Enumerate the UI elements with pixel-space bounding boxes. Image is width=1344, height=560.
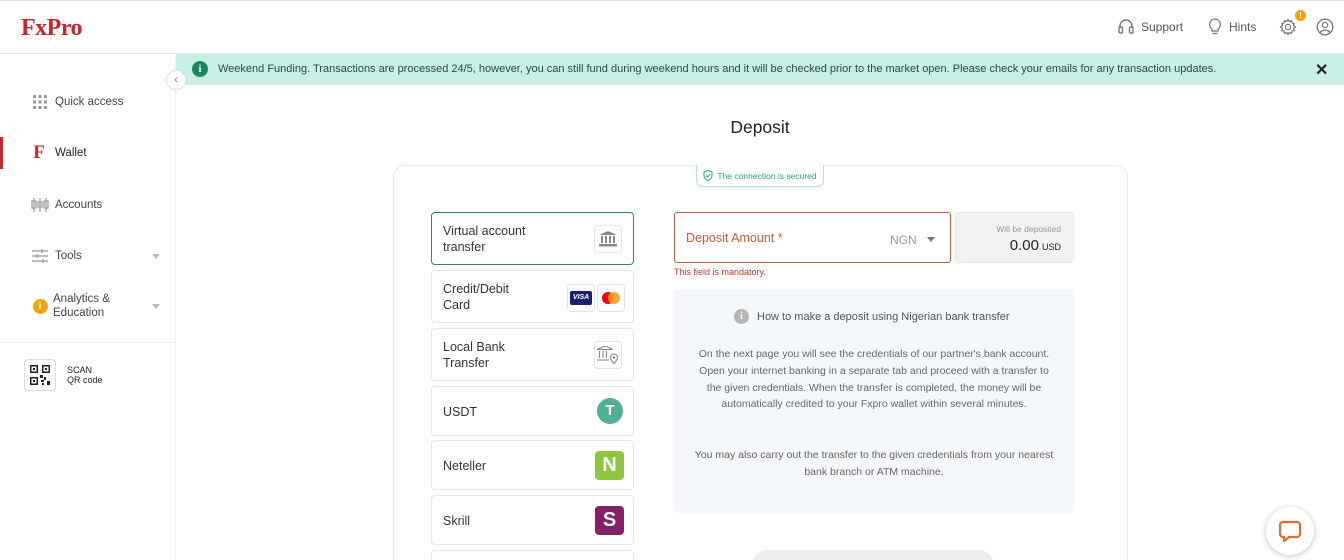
sidebar-item-label: Wallet [55, 147, 87, 159]
headset-icon [1118, 19, 1134, 34]
collapse-sidebar-button[interactable]: ‹ [166, 70, 186, 90]
scan-qr-label: SCAN QR code [67, 365, 103, 385]
sidebar-item-tools[interactable]: Tools [0, 248, 176, 264]
info-circle-icon: i [31, 297, 49, 315]
banner-text: Weekend Funding. Transactions are proces… [218, 63, 1217, 75]
skrill-icon: S [595, 506, 624, 535]
support-label: Support [1141, 20, 1184, 34]
settings-button[interactable] [1279, 18, 1297, 41]
will-be-deposited-value: 0.00 USD [1010, 237, 1061, 254]
deposit-amount-label: Deposit Amount * [686, 231, 783, 245]
settings-badge: ! [1295, 10, 1306, 21]
fxpro-f-icon: F [33, 142, 45, 163]
visa-text: VISA [570, 291, 592, 305]
method-credit-debit-card[interactable]: Credit/Debit Card VISA [431, 270, 634, 323]
scan-label-line-2: QR code [67, 375, 103, 385]
howto-paragraph-2: You may also carry out the transfer to t… [694, 449, 1054, 478]
secure-text: The connection is secured [717, 170, 817, 181]
shield-check-icon [703, 170, 713, 181]
scan-qr-button[interactable] [24, 359, 56, 391]
method-label: Neteller [443, 459, 487, 473]
howto-paragraph-1: On the next page you will see the creden… [698, 348, 1050, 411]
page: FxPro Support Hints ! ‹ Quick access F W… [0, 0, 1344, 560]
method-neteller[interactable]: Neteller N [431, 440, 634, 490]
bank-location-icon [594, 341, 622, 369]
chevron-down-icon [927, 237, 935, 242]
method-label: Local Bank Transfer [443, 339, 505, 371]
top-header: FxPro Support Hints ! [0, 0, 1344, 54]
hints-label: Hints [1229, 20, 1257, 34]
method-label: Virtual account transfer [443, 223, 525, 255]
profile-button[interactable] [1316, 18, 1334, 41]
label-line-1: Analytics & [53, 293, 110, 305]
sidebar-item-label: Analytics & Education [53, 292, 110, 320]
gear-icon [1279, 18, 1297, 36]
currency-select[interactable]: NGN [890, 233, 917, 247]
sidebar-divider [0, 342, 176, 343]
weekend-funding-banner: i Weekend Funding. Transactions are proc… [176, 54, 1344, 85]
method-label-line-2: Transfer [443, 356, 490, 370]
howto-heading: i How to make a deposit using Nigerian b… [734, 309, 1010, 324]
chevron-down-icon [152, 253, 160, 259]
method-label-line-1: Local Bank [443, 340, 505, 354]
grid-icon [31, 93, 49, 111]
will-be-deposited-label: Will be deposited [996, 224, 1061, 234]
page-title: Deposit [730, 117, 790, 137]
candlestick-icon [31, 196, 49, 214]
chat-button[interactable] [1266, 507, 1314, 555]
will-be-deposited-box: Will be deposited 0.00 USD [955, 212, 1074, 263]
label-line-2: Education [53, 307, 105, 319]
hints-link[interactable]: Hints [1208, 18, 1256, 36]
lightbulb-icon [1209, 18, 1221, 35]
sidebar: ‹ Quick access F Wallet Accounts Tools i… [0, 54, 186, 560]
chat-bubble-icon [1278, 520, 1302, 543]
sidebar-item-quick-access[interactable]: Quick access [0, 94, 176, 110]
bank-icon [594, 225, 622, 253]
method-skrill[interactable]: Skrill S [431, 495, 634, 545]
scan-label-line-1: SCAN [67, 365, 93, 375]
sidebar-item-label: Accounts [55, 199, 103, 211]
method-label-line-1: Credit/Debit [443, 282, 509, 296]
method-label-line-1: Virtual account [443, 224, 526, 238]
user-circle-icon [1316, 18, 1334, 36]
neteller-icon: N [595, 451, 624, 480]
method-usdt[interactable]: USDT T [431, 386, 634, 436]
method-label: Skrill [443, 514, 471, 528]
visa-icon: VISA [567, 284, 595, 312]
close-banner-button[interactable]: ✕ [1315, 60, 1328, 80]
tether-icon: T [597, 398, 623, 424]
sidebar-item-label: Tools [55, 250, 82, 262]
method-virtual-account-transfer[interactable]: Virtual account transfer [431, 212, 634, 265]
deposit-currency: USD [1041, 242, 1061, 252]
continue-button[interactable] [752, 550, 994, 560]
sidebar-item-accounts[interactable]: Accounts [0, 197, 176, 213]
sidebar-item-analytics-education[interactable]: i Analytics & Education [0, 292, 176, 320]
method-next-partial[interactable] [431, 550, 634, 560]
method-label: USDT [443, 405, 478, 419]
error-message: This field is mandatory. [674, 267, 766, 277]
howto-title: How to make a deposit using Nigerian ban… [757, 310, 1010, 323]
sidebar-item-wallet[interactable]: F Wallet [0, 142, 176, 163]
chevron-down-icon [152, 303, 160, 309]
mastercard-icon [597, 284, 625, 312]
info-icon: i [192, 61, 208, 77]
info-icon: i [734, 309, 749, 324]
qr-code-icon [30, 365, 50, 385]
howto-panel: i How to make a deposit using Nigerian b… [674, 289, 1074, 513]
method-local-bank-transfer[interactable]: Local Bank Transfer [431, 328, 634, 381]
method-label-line-2: Card [443, 298, 471, 312]
method-label-line-2: transfer [443, 240, 486, 254]
deposit-amount-input[interactable]: Deposit Amount * NGN [674, 212, 951, 263]
sidebar-item-label: Quick access [55, 96, 124, 108]
method-label: Credit/Debit Card [443, 281, 509, 313]
deposit-value: 0.00 [1009, 237, 1039, 254]
secure-connection-badge: The connection is secured [696, 165, 824, 187]
sliders-icon [31, 247, 49, 265]
fxpro-logo[interactable]: FxPro [21, 15, 83, 42]
support-link[interactable]: Support [1118, 18, 1183, 36]
